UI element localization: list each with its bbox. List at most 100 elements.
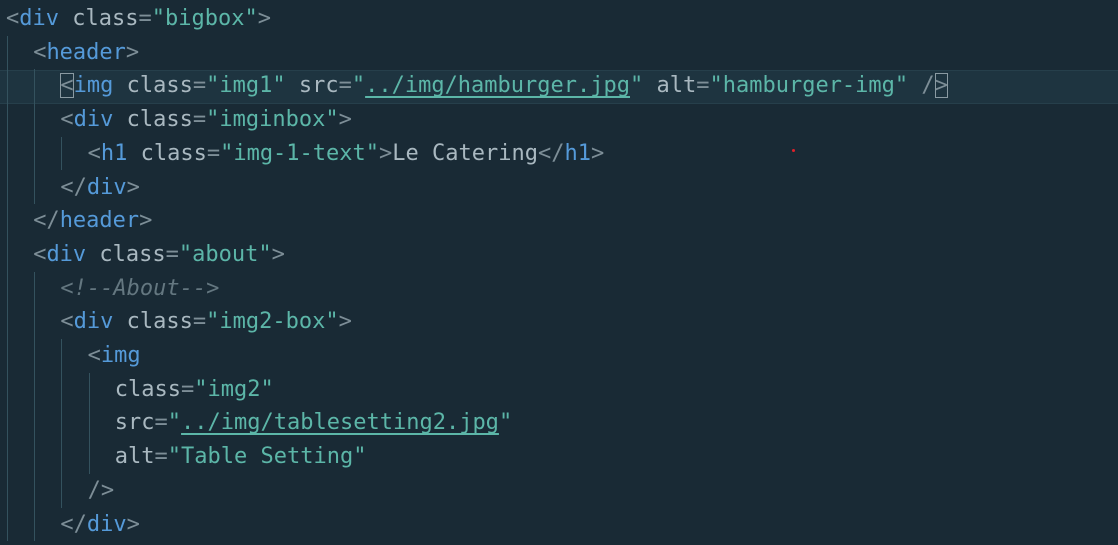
token-pun: =	[154, 444, 168, 470]
indent-guide	[61, 136, 63, 171]
indent-guide	[61, 339, 63, 508]
code-line[interactable]: <div class="about">	[33, 238, 285, 272]
indent-guide	[34, 69, 36, 205]
token-str: "imginbox"	[206, 107, 339, 133]
token-pun: </	[60, 511, 87, 537]
token-pun: </	[537, 140, 565, 166]
token-str: "img-1-text"	[220, 140, 380, 166]
code-line[interactable]: <div class="imginbox">	[60, 103, 351, 137]
token-pun: >	[126, 174, 140, 200]
indent-guide	[34, 271, 36, 542]
code-line[interactable]: </div>	[60, 508, 140, 542]
token-pun: =	[181, 376, 195, 402]
token-tag: h1	[100, 140, 128, 166]
token-pun: >	[590, 140, 605, 166]
code-line[interactable]: <h1 class="img-1-text">Le Catering</h1>	[88, 137, 605, 171]
token-str: "	[167, 410, 182, 436]
token-pun: >	[379, 140, 393, 166]
indent-guide	[7, 35, 8, 542]
token-pun: >	[257, 6, 271, 31]
token-pun: >	[934, 73, 948, 99]
token-tag: div	[73, 107, 114, 133]
token-str: ../img/tablesetting2.jpg	[181, 410, 499, 436]
token-attr: class	[113, 309, 193, 335]
token-pun: <	[33, 241, 47, 267]
token-tag: header	[59, 208, 140, 234]
token-pun: =	[206, 140, 221, 166]
token-pun: =	[138, 6, 152, 31]
token-attr: alt	[643, 73, 697, 99]
token-pun: =	[192, 309, 207, 335]
token-pun: =	[338, 73, 352, 99]
code-line[interactable]: src="../img/tablesetting2.jpg"	[115, 406, 512, 440]
token-pun: =	[154, 410, 168, 436]
token-tag: header	[46, 39, 126, 65]
indent-guide	[88, 372, 90, 474]
token-cmt: <!--About-->	[60, 275, 220, 301]
token-pun: <	[87, 140, 101, 166]
token-tag: img	[73, 73, 114, 99]
token-str: "	[351, 73, 366, 99]
code-editor[interactable]: <div class="bigbox"> <header> <img class="…	[0, 0, 1118, 545]
code-line[interactable]: />	[88, 474, 115, 508]
code-line[interactable]: <img class="img1" src="../img/hamburger.…	[60, 69, 948, 103]
token-pun: =	[696, 73, 710, 99]
token-attr: alt	[114, 444, 155, 470]
token-txt: Le Catering	[392, 140, 538, 166]
token-attr: class	[113, 107, 193, 133]
token-pun: >	[338, 309, 352, 335]
token-attr: class	[114, 376, 182, 402]
token-tag: div	[86, 174, 127, 200]
token-pun: />	[87, 477, 115, 503]
token-tag: h1	[564, 140, 591, 166]
token-attr: class	[113, 73, 193, 99]
code-line[interactable]: <!--About-->	[60, 272, 219, 306]
token-str: "bigbox"	[151, 6, 258, 31]
token-pun: <	[87, 343, 101, 368]
token-pun: <	[60, 73, 74, 99]
token-tag: img	[100, 343, 141, 368]
token-str: "	[630, 73, 644, 99]
token-pun: <	[60, 107, 74, 133]
code-line[interactable]: alt="Table Setting"	[115, 440, 367, 474]
code-line[interactable]: </div>	[60, 171, 140, 205]
token-attr: src	[114, 410, 155, 436]
token-pun: >	[271, 241, 285, 267]
token-tag: div	[73, 309, 114, 335]
token-str: "img2"	[194, 376, 274, 402]
code-line[interactable]: class="img2"	[115, 373, 274, 407]
code-line[interactable]: <div class="img2-box">	[60, 305, 351, 339]
token-pun: >	[139, 208, 153, 234]
token-tag: div	[46, 241, 87, 267]
token-pun: >	[125, 39, 140, 65]
token-str: "img1"	[206, 73, 286, 99]
code-line[interactable]: <div class="bigbox">	[6, 2, 271, 36]
token-str: "hamburger-img"	[709, 73, 909, 99]
token-pun: =	[192, 107, 207, 133]
token-pun: <	[6, 6, 20, 31]
token-pun: <	[33, 39, 47, 65]
token-attr: src	[285, 73, 339, 99]
token-pun: >	[338, 107, 352, 133]
token-pun: >	[126, 511, 140, 537]
token-tag: div	[86, 511, 127, 537]
token-tag: div	[19, 6, 59, 31]
token-attr: class	[59, 6, 139, 31]
token-str: "img2-box"	[206, 309, 339, 335]
token-str: "Table Setting"	[167, 444, 367, 470]
token-attr: class	[86, 241, 166, 267]
red-dot-marker	[792, 149, 795, 152]
token-pun: =	[192, 73, 207, 99]
token-attr: class	[127, 140, 207, 166]
code-line[interactable]: <img	[88, 339, 141, 373]
token-pun: </	[60, 174, 87, 200]
token-str: "about"	[178, 241, 272, 267]
token-pun: </	[33, 208, 60, 234]
token-str: "	[498, 410, 513, 436]
token-pun: <	[60, 309, 74, 335]
code-line[interactable]: </header>	[33, 204, 152, 238]
code-line[interactable]: <header>	[33, 36, 139, 70]
token-pun: /	[908, 73, 935, 99]
token-str: ../img/hamburger.jpg	[365, 73, 630, 99]
token-pun: =	[165, 241, 179, 267]
